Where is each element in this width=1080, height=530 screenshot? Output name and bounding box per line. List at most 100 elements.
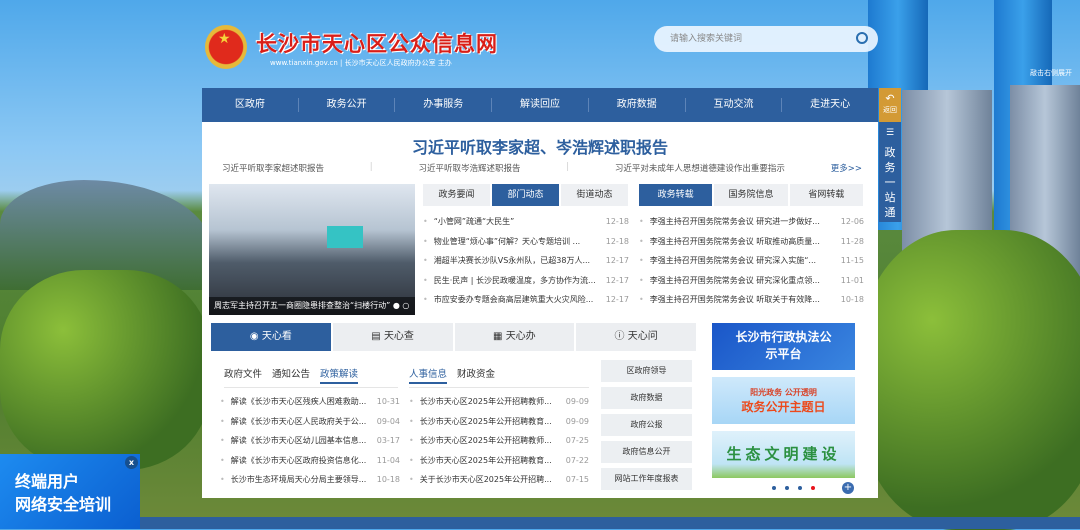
item-title[interactable]: 李强主持召开国务院常务会议 研究深入实施“... [639, 251, 816, 271]
list-item[interactable]: 解读《长沙市天心区残疾人困难救助... 10-31 [220, 392, 400, 412]
item-title[interactable]: 湘超半决赛长沙队VS永州队，已超38万人... [423, 251, 590, 271]
item-title[interactable]: “小管网”疏通“大民生” [423, 212, 515, 232]
list-item[interactable]: 长沙市天心区2025年公开招聘教育... 07-22 [409, 451, 589, 471]
tab-jiedao-dongtai[interactable]: 街道动态 [561, 184, 628, 206]
more-link[interactable]: 更多>> [831, 162, 862, 174]
item-title[interactable]: 关于长沙市天心区2025年公开招聘... [409, 470, 552, 490]
item-title[interactable]: 解读《长沙市天心区幼儿园基本信息... [220, 431, 367, 451]
item-title[interactable]: 市应安委办专题会商高层建筑重大火灾风险... [423, 290, 594, 310]
site-subtitle: www.tianxin.gov.cn | 长沙市天心区人民政府办公室 主办 [270, 59, 452, 67]
tab-personnel[interactable]: 财政资金 [457, 366, 495, 384]
tab-policy[interactable]: 通知公告 [272, 366, 310, 384]
nav-item[interactable]: 办事服务 [395, 98, 493, 112]
item-title[interactable]: 解读《长沙市天心区残疾人困难救助... [220, 392, 367, 412]
site-title[interactable]: 长沙市天心区公众信息网 [256, 28, 498, 58]
list-item[interactable]: 市应安委办专题会商高层建筑重大火灾风险... 12-17 [423, 290, 629, 310]
quick-link[interactable]: 政府数据 [601, 387, 692, 409]
sub-headline[interactable]: 习近平对未成年人思想道德建设作出重要指示 [615, 162, 785, 174]
news-photo-carousel[interactable]: 周志军主持召开五一商圈隐患排查整治“扫楼行动” ● ○ [209, 184, 415, 315]
item-title[interactable]: 解读《长沙市天心区政府投资信息化... [220, 451, 367, 471]
tab-policy[interactable]: 政府文件 [224, 366, 262, 384]
list-item[interactable]: 长沙市天心区2025年公开招聘教师... 07-25 [409, 431, 589, 451]
tab-zhengwu-yaowen[interactable]: 政务要闻 [423, 184, 490, 206]
list-item[interactable]: 李强主持召开国务院常务会议 研究进一步做好... 12-06 [639, 212, 864, 232]
item-title[interactable]: 物业管理“烦心事”何解？天心专题培训 ... [423, 232, 580, 252]
item-title[interactable]: 解读《长沙市天心区人民政府关于公... [220, 412, 367, 432]
search-icon[interactable] [856, 32, 868, 44]
banner-text: 政务公开主题日 [741, 400, 826, 414]
tab-tianxin-wen[interactable]: ⓘ 天心问 [576, 323, 696, 351]
list-item[interactable]: 长沙市生态环境局天心分局主要领导... 10-18 [220, 470, 400, 490]
tab-bumen-dongtai[interactable]: 部门动态 [492, 184, 559, 206]
quick-link[interactable]: 政府公报 [601, 414, 692, 436]
list-item[interactable]: 长沙市天心区2025年公开招聘教师... 09-09 [409, 392, 589, 412]
news-left-list: “小管网”疏通“大民生” 12-18 物业管理“烦心事”何解？天心专题培训 ... 1… [423, 212, 629, 310]
org-text: 长沙市天心区人民政府办公室 主办 [344, 59, 452, 67]
item-title[interactable]: 李强主持召开国务院常务会议 听取推动高质量... [639, 232, 820, 252]
list-item[interactable]: 李强主持召开国务院常务会议 研究深化重点领... 11-01 [639, 271, 864, 291]
sub-headlines: 习近平听取李家超述职报告 | 习近平听取岑浩辉述职报告 | 习近平对未成年人思想道德… [222, 162, 862, 174]
tab-shengwang-zhuanzai[interactable]: 省网转载 [789, 184, 863, 206]
list-item[interactable]: 解读《长沙市天心区人民政府关于公... 09-04 [220, 412, 400, 432]
quick-link[interactable]: 政府信息公开 [601, 441, 692, 463]
sub-headline[interactable]: 习近平听取岑浩辉述职报告 [418, 162, 520, 174]
item-title[interactable]: 长沙市天心区2025年公开招聘教育... [409, 412, 552, 432]
item-title[interactable]: 长沙市天心区2025年公开招聘教师... [409, 431, 552, 451]
search-doc-icon: ▤ [371, 331, 384, 342]
search-input[interactable]: 请输入搜索关键词 [654, 26, 878, 52]
banner-law-enforcement[interactable]: 长沙市行政执法公示平台 [712, 323, 855, 370]
list-item[interactable]: 湘超半决赛长沙队VS永州队，已超38万人... 12-17 [423, 251, 629, 271]
list-item[interactable]: 李强主持召开国务院常务会议 听取关于有效降... 10-18 [639, 290, 864, 310]
back-arrow-icon: ↶ [885, 92, 895, 105]
nav-item[interactable]: 政府数据 [589, 98, 686, 112]
dot[interactable] [798, 486, 802, 490]
dot[interactable] [772, 486, 776, 490]
list-item[interactable]: 解读《长沙市天心区政府投资信息化... 11-04 [220, 451, 400, 471]
banner-open-government-day[interactable]: 阳光政务 公开透明 政务公开主题日 [712, 377, 855, 424]
list-item[interactable]: 物业管理“烦心事”何解？天心专题培训 ... 12-18 [423, 232, 629, 252]
tab-guowuyuan-xinxi[interactable]: 国务院信息 [714, 184, 788, 206]
list-item[interactable]: “小管网”疏通“大民生” 12-18 [423, 212, 629, 232]
nav-item[interactable]: 走进天心 [782, 98, 878, 112]
personnel-list: 长沙市天心区2025年公开招聘教师...09-09长沙市天心区2025年公开招聘… [409, 392, 589, 490]
photo-caption[interactable]: 周志军主持召开五一商圈隐患排查整治“扫楼行动” ● ○ [209, 297, 415, 315]
tab-personnel[interactable]: 人事信息 [409, 366, 448, 384]
item-date: 11-01 [840, 275, 864, 285]
tab-tianxin-ban[interactable]: ▦ 天心办 [454, 323, 575, 351]
item-title[interactable]: 民生·民声 | 长沙民政暖温度，多方协作为流... [423, 271, 596, 291]
one-stop-service-button[interactable]: ☰ 政务一站通 [879, 122, 901, 222]
nav-item[interactable]: 政务公开 [299, 98, 396, 112]
plus-icon[interactable]: + [842, 482, 854, 494]
tab-tianxin-cha[interactable]: ▤ 天心查 [332, 323, 453, 351]
list-item[interactable]: 解读《长沙市天心区幼儿园基本信息... 03-17 [220, 431, 400, 451]
nav-item[interactable]: 互动交流 [686, 98, 783, 112]
item-title[interactable]: 李强主持召开国务院常务会议 听取关于有效降... [639, 290, 820, 310]
menu-icon: ☰ [885, 128, 895, 138]
tab-policy[interactable]: 政策解读 [320, 366, 359, 384]
quick-link[interactable]: 区政府领导 [601, 360, 692, 382]
quick-link[interactable]: 网站工作年度报表 [601, 468, 692, 490]
list-item[interactable]: 李强主持召开国务院常务会议 听取推动高质量... 11-28 [639, 232, 864, 252]
dot[interactable] [785, 486, 789, 490]
nav-item[interactable]: 区政府 [202, 98, 299, 112]
item-title[interactable]: 李强主持召开国务院常务会议 研究进一步做好... [639, 212, 820, 232]
item-title[interactable]: 长沙市天心区2025年公开招聘教育... [409, 451, 552, 471]
security-training-ad[interactable]: 终端用户 网络安全培训 x [0, 454, 140, 529]
list-item[interactable]: 长沙市天心区2025年公开招聘教育... 09-09 [409, 412, 589, 432]
tab-tianxin-kan[interactable]: ◉ 天心看 [211, 323, 331, 351]
item-title[interactable]: 李强主持召开国务院常务会议 研究深化重点领... [639, 271, 820, 291]
item-title[interactable]: 长沙市天心区2025年公开招聘教师... [409, 392, 552, 412]
item-title[interactable]: 长沙市生态环境局天心分局主要领导... [220, 470, 367, 490]
item-date: 09-09 [565, 397, 589, 406]
nav-item[interactable]: 解读回应 [492, 98, 589, 112]
list-item[interactable]: 民生·民声 | 长沙民政暖温度，多方协作为流... 12-17 [423, 271, 629, 291]
list-item[interactable]: 李强主持召开国务院常务会议 研究深入实施“... 11-15 [639, 251, 864, 271]
headline[interactable]: 习近平听取李家超、岑浩辉述职报告 [202, 134, 878, 158]
sub-headline[interactable]: 习近平听取李家超述职报告 [222, 162, 324, 174]
tab-zhengwu-zhuanzai[interactable]: 政务转载 [639, 184, 713, 206]
back-button[interactable]: ↶ 返回 [879, 88, 901, 122]
banner-ecological[interactable]: 生态文明建设 [712, 431, 855, 478]
list-item[interactable]: 关于长沙市天心区2025年公开招聘... 07-15 [409, 470, 589, 490]
dot[interactable] [811, 486, 815, 490]
close-icon[interactable]: x [125, 456, 138, 469]
